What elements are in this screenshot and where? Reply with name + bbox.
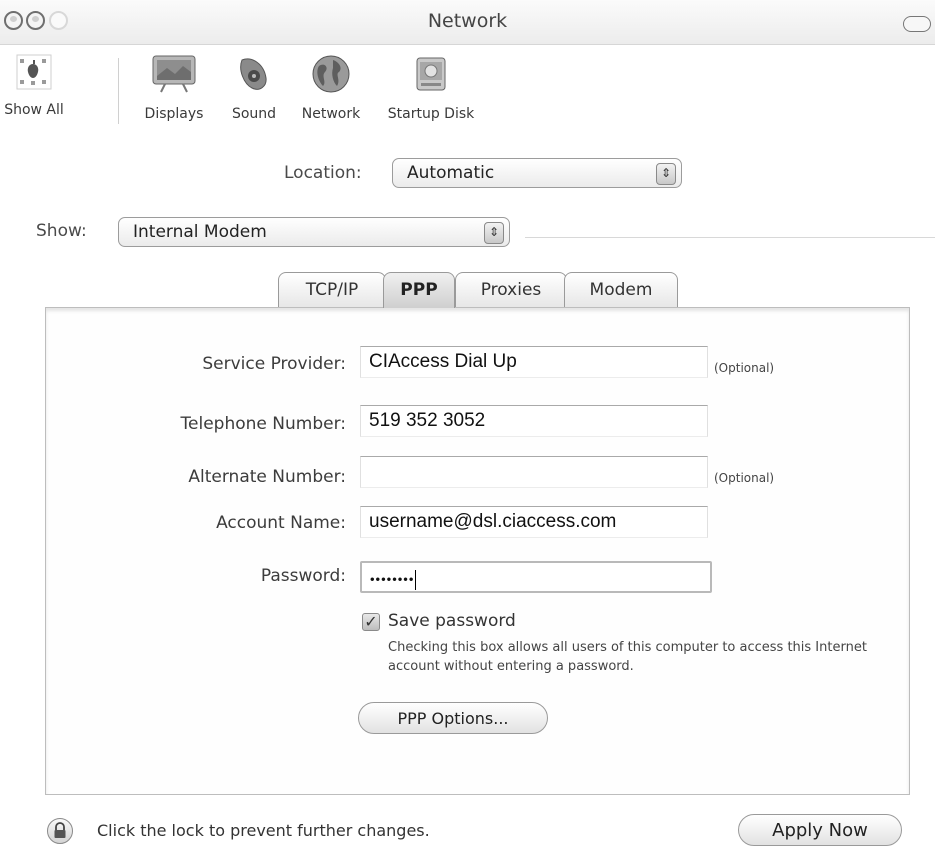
alternate-number-label: Alternate Number: [188,467,346,487]
show-value: Internal Modem [133,222,267,242]
account-name-label: Account Name: [216,513,346,533]
tab-modem[interactable]: Modem [564,272,678,308]
account-name-field[interactable]: username@dsl.ciaccess.com [360,506,708,538]
checkmark-icon: ✓ [364,612,378,631]
toolbar-separator [118,58,119,124]
toolbar-label: Sound [231,106,277,122]
tab-ppp[interactable]: PPP [383,272,455,308]
password-label: Password: [260,566,346,586]
save-password-label[interactable]: Save password [388,611,516,631]
popup-arrows-icon: ⇕ [484,222,504,244]
service-provider-optional-note: (Optional) [714,361,775,375]
toolbar-label: Displays [144,106,204,122]
alternate-number-optional-note: (Optional) [714,471,775,485]
lock-button[interactable] [47,818,73,844]
apply-now-button[interactable]: Apply Now [738,814,902,846]
toolbar-sound[interactable]: Sound [226,54,282,122]
alternate-number-field[interactable] [360,456,708,488]
save-password-help-text: Checking this box allows all users of th… [388,640,867,674]
hard-disk-icon [416,57,446,91]
password-field[interactable]: •••••••• [360,561,712,593]
show-popup[interactable]: Internal Modem ⇕ [118,217,510,247]
location-value: Automatic [407,163,495,183]
display-icon [152,55,196,93]
telephone-label: Telephone Number: [180,414,346,434]
location-popup[interactable]: Automatic ⇕ [392,158,682,188]
tab-tcp-ip[interactable]: TCP/IP [278,272,386,308]
toolbar-label: Network [301,106,361,122]
show-label: Show: [36,221,87,241]
tab-proxies[interactable]: Proxies [455,272,567,308]
text-caret [415,570,417,590]
lock-hint-text: Click the lock to prevent further change… [97,821,430,840]
globe-icon [312,55,350,93]
toolbar: Show All Displays Sound Network Startup … [0,44,935,142]
popup-arrows-icon: ⇕ [656,163,676,185]
divider [525,237,935,238]
location-label: Location: [284,163,362,183]
telephone-field[interactable]: 519 352 3052 [360,405,708,437]
toolbar-displays[interactable]: Displays [134,54,214,122]
service-provider-field[interactable]: CIAccess Dial Up [360,346,708,378]
window-title: Network [427,10,508,32]
toolbar-startup-disk[interactable]: Startup Disk [385,54,477,122]
toolbar-toggle-button[interactable] [903,16,931,32]
ppp-options-button[interactable]: PPP Options... [358,702,548,734]
lock-icon [54,822,66,838]
service-provider-label: Service Provider: [202,354,346,374]
toolbar-network[interactable]: Network [296,54,366,122]
save-password-checkbox[interactable]: ✓ [362,613,380,631]
toolbar-label: Show All [4,102,64,118]
apple-grid-icon [16,54,52,90]
toolbar-show-all[interactable]: Show All [2,54,66,118]
password-dots: •••••••• [370,571,415,587]
toolbar-label: Startup Disk [387,106,475,122]
title-bar: Network [0,0,935,45]
speaker-icon [240,58,267,90]
